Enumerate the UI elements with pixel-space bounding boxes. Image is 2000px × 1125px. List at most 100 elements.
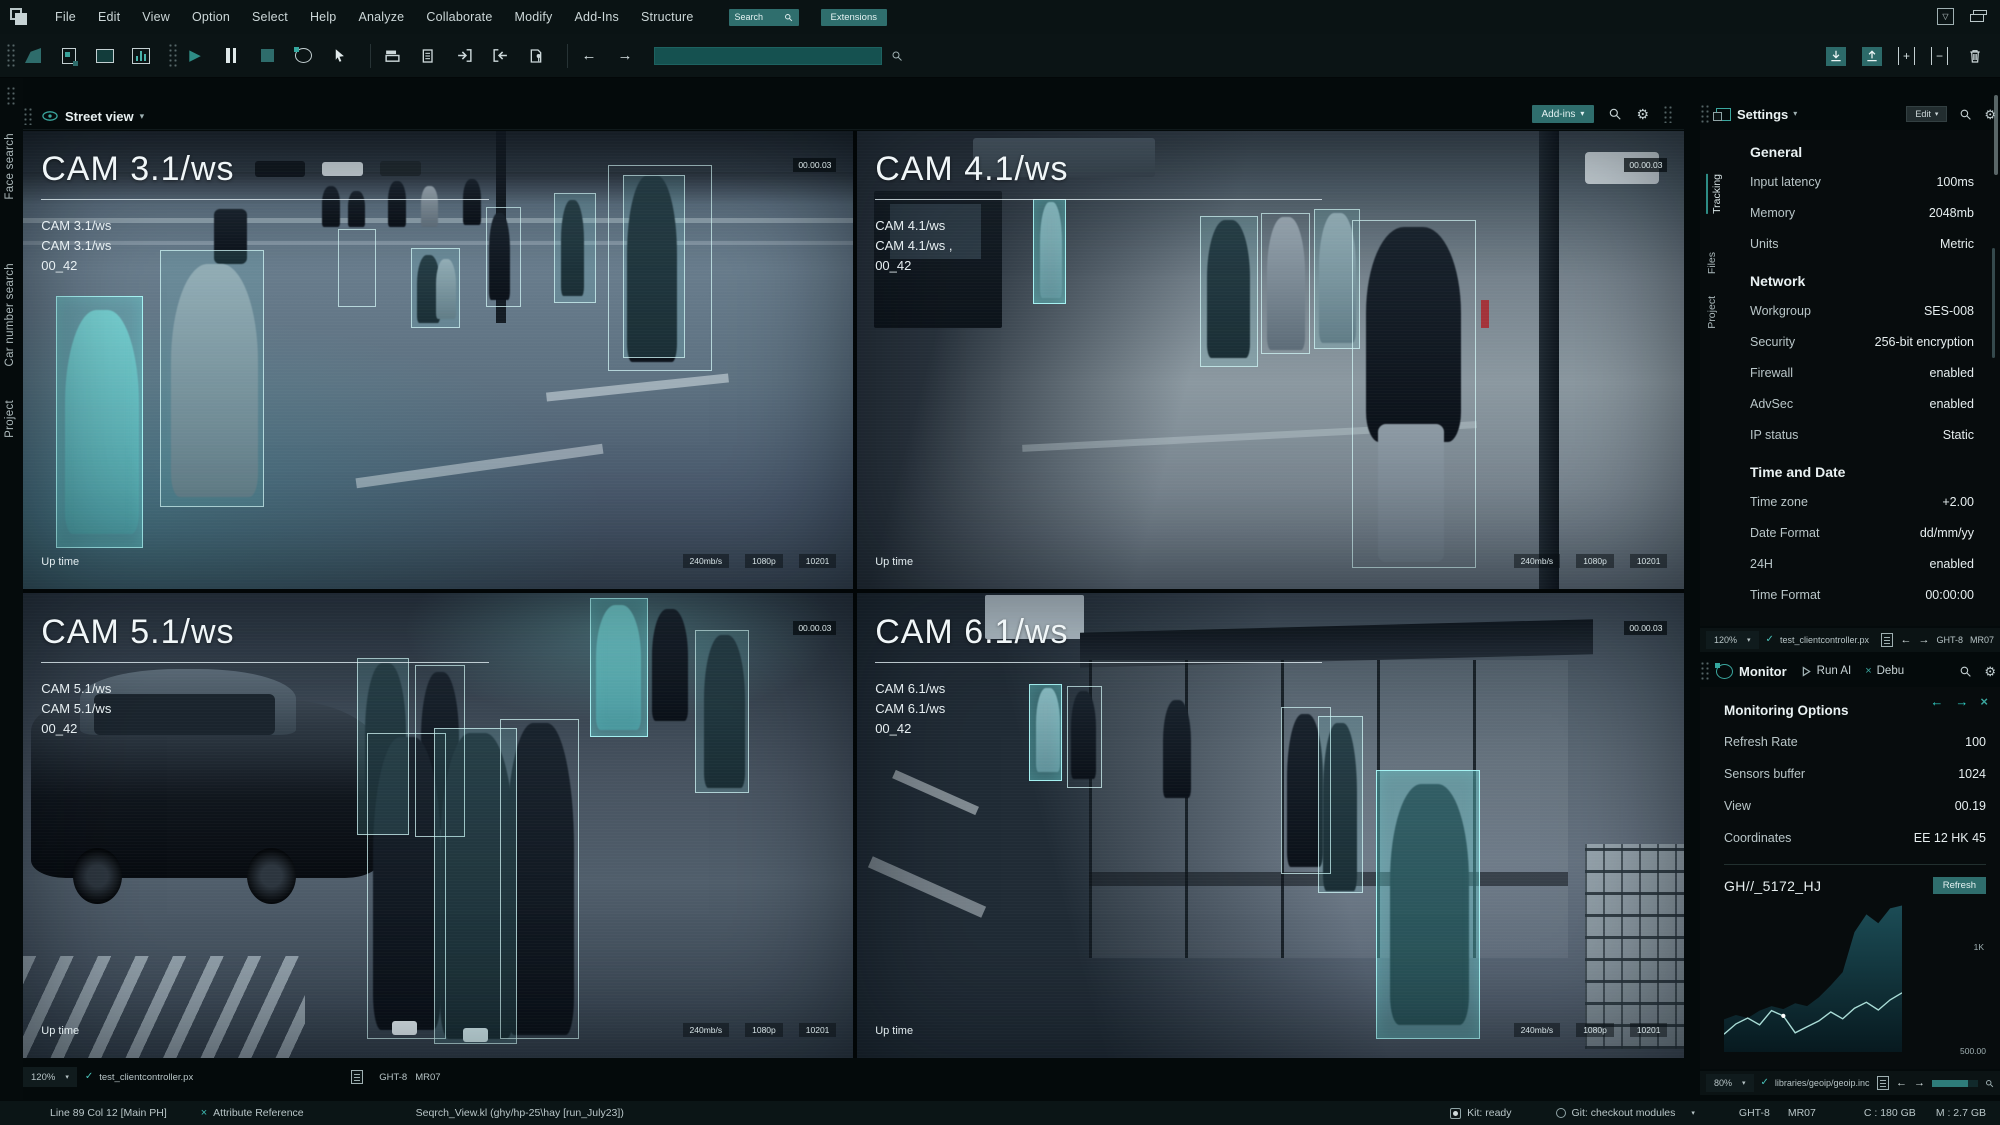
extensions-button[interactable]: Extensions	[820, 8, 887, 26]
search-icon[interactable]	[886, 45, 908, 67]
menu-edit[interactable]: Edit	[87, 10, 131, 24]
setting-value[interactable]: 2048mb	[1929, 206, 1974, 220]
addins-dropdown-button[interactable]: Add-ins ▾	[1531, 105, 1595, 123]
setting-value[interactable]: enabled	[1930, 366, 1975, 380]
tab-project[interactable]: Project	[1706, 296, 1718, 329]
menu-collaborate[interactable]: Collaborate	[415, 10, 503, 24]
camera-view-cam4[interactable]: CAM 4.1/ws CAM 4.1/ws CAM 4.1/ws , 00_42 0…	[857, 131, 1684, 589]
search-icon[interactable]	[1959, 665, 1972, 678]
play-button[interactable]: ▶	[184, 45, 206, 67]
tab-tracking[interactable]: Tracking	[1706, 174, 1723, 214]
menu-select[interactable]: Select	[241, 10, 299, 24]
menu-structure[interactable]: Structure	[630, 10, 705, 24]
setting-value[interactable]: +2.00	[1942, 495, 1974, 509]
forward-button[interactable]: →	[1955, 695, 1968, 708]
drag-handle[interactable]	[6, 42, 16, 69]
setting-value[interactable]: enabled	[1930, 397, 1975, 411]
forward-button[interactable]: →	[614, 45, 636, 67]
camera-view-cam3[interactable]: CAM 3.1/ws CAM 3.1/ws CAM 3.1/ws 00_42 00.…	[23, 131, 853, 589]
gear-icon[interactable]: ⚙	[1984, 665, 1996, 678]
open-file[interactable]: ✓ libraries/geoip/geoip.inc	[1761, 1078, 1870, 1089]
setting-value[interactable]: 100ms	[1936, 175, 1974, 189]
open-file[interactable]: ✓ test_clientcontroller.px	[1766, 635, 1869, 646]
setting-value[interactable]: dd/mm/yy	[1920, 526, 1974, 540]
monitor-title[interactable]: Monitor	[1739, 664, 1787, 679]
scrollbar[interactable]	[1992, 248, 1995, 358]
tab-files[interactable]: Files	[1706, 252, 1718, 274]
setting-value[interactable]: Static	[1943, 428, 1974, 442]
report-doc-icon[interactable]	[417, 45, 439, 67]
toolbar-search-input[interactable]	[654, 46, 882, 65]
option-value[interactable]: 00.19	[1955, 799, 1986, 813]
active-file-path[interactable]: Seqrch_View.kl (ghy/hp-25\hay [run_July2…	[416, 1107, 624, 1119]
option-value[interactable]: 1024	[1958, 767, 1986, 781]
flag-tool-icon[interactable]	[22, 45, 44, 67]
remove-frame-button[interactable]: −	[1930, 47, 1948, 65]
export-icon[interactable]	[489, 45, 511, 67]
setting-value[interactable]: enabled	[1930, 557, 1975, 571]
sidebar-item-car-number-search[interactable]: Car number search	[4, 263, 16, 367]
refresh-button[interactable]: Refresh	[1932, 877, 1986, 894]
menu-option[interactable]: Option	[181, 10, 241, 24]
menu-analyze[interactable]: Analyze	[347, 10, 415, 24]
kit-status[interactable]: Kit: ready	[1450, 1107, 1512, 1119]
zoom-control[interactable]: 120% ▾	[1706, 631, 1759, 649]
sidebar-item-face-search[interactable]: Face search	[4, 133, 16, 200]
document-icon[interactable]	[351, 1070, 364, 1084]
encoding-label[interactable]: GHT-8	[1739, 1107, 1770, 1119]
dropdown-box-icon[interactable]: ▽	[1937, 8, 1954, 25]
document-icon[interactable]	[1881, 633, 1894, 647]
menu-modify[interactable]: Modify	[503, 10, 563, 24]
scrollbar[interactable]	[1994, 95, 1998, 175]
chevron-down-icon[interactable]: ▾	[140, 111, 145, 121]
drag-handle[interactable]	[6, 86, 16, 106]
drag-handle[interactable]	[1700, 104, 1709, 124]
attribute-reference[interactable]: × Attribute Reference	[201, 1107, 304, 1119]
debug-button[interactable]: × Debu	[1865, 665, 1904, 677]
build-tag[interactable]: MR07	[415, 1072, 440, 1083]
lasso-loop-icon[interactable]	[292, 45, 314, 67]
monitor-tool-icon[interactable]	[94, 45, 116, 67]
menu-help[interactable]: Help	[299, 10, 348, 24]
option-value[interactable]: 100	[1965, 735, 1986, 749]
forward-button[interactable]: →	[1918, 634, 1929, 646]
close-icon[interactable]: ×	[1980, 695, 1988, 708]
drag-handle[interactable]	[168, 42, 178, 69]
setting-value[interactable]: 256-bit encryption	[1875, 335, 1974, 349]
import-icon[interactable]	[453, 45, 475, 67]
option-value[interactable]: EE 12 HK 45	[1914, 831, 1986, 845]
setting-value[interactable]: SES-008	[1924, 304, 1974, 318]
encoding-label[interactable]: GHT-8	[379, 1072, 407, 1083]
zoom-control[interactable]: 80% ▾	[1706, 1074, 1754, 1092]
setting-value[interactable]: 00:00:00	[1925, 588, 1974, 602]
layers-icon[interactable]	[1970, 9, 1988, 24]
forward-button[interactable]: →	[1914, 1077, 1925, 1089]
settings-title[interactable]: Settings	[1737, 107, 1788, 122]
back-button[interactable]: ←	[1900, 634, 1911, 646]
setting-value[interactable]: Metric	[1940, 237, 1974, 251]
upload-button[interactable]	[1861, 46, 1882, 66]
chevron-down-icon[interactable]: ▾	[1793, 110, 1797, 118]
back-button[interactable]: ←	[1930, 695, 1943, 708]
git-status[interactable]: Git: checkout modules ▾	[1555, 1107, 1695, 1119]
run-ai-button[interactable]: Run AI	[1801, 665, 1851, 677]
back-button[interactable]: ←	[1896, 1077, 1907, 1089]
build-tag[interactable]: MR07	[1970, 635, 1994, 645]
drag-handle[interactable]	[23, 107, 33, 125]
stop-button[interactable]	[256, 45, 278, 67]
pin-tool-icon[interactable]	[58, 45, 80, 67]
menu-file[interactable]: File	[44, 10, 87, 24]
back-button[interactable]: ←	[578, 45, 600, 67]
zoom-control[interactable]: 120% ▾	[23, 1067, 77, 1087]
build-tag[interactable]: MR07	[1788, 1107, 1816, 1119]
open-file[interactable]: ✓ test_clientcontroller.px	[85, 1072, 193, 1083]
encoding-label[interactable]: GHT-8	[1936, 635, 1963, 645]
view-title[interactable]: Street view	[65, 109, 134, 124]
search-icon[interactable]	[1608, 107, 1622, 121]
cursor-position[interactable]: Line 89 Col 12 [Main PH]	[50, 1107, 167, 1119]
menu-search-button[interactable]: Search	[728, 8, 799, 26]
menu-view[interactable]: View	[131, 10, 181, 24]
edit-dropdown-button[interactable]: Edit ▾	[1906, 106, 1948, 122]
sidebar-item-project[interactable]: Project	[4, 400, 16, 438]
cursor-icon[interactable]	[328, 45, 350, 67]
